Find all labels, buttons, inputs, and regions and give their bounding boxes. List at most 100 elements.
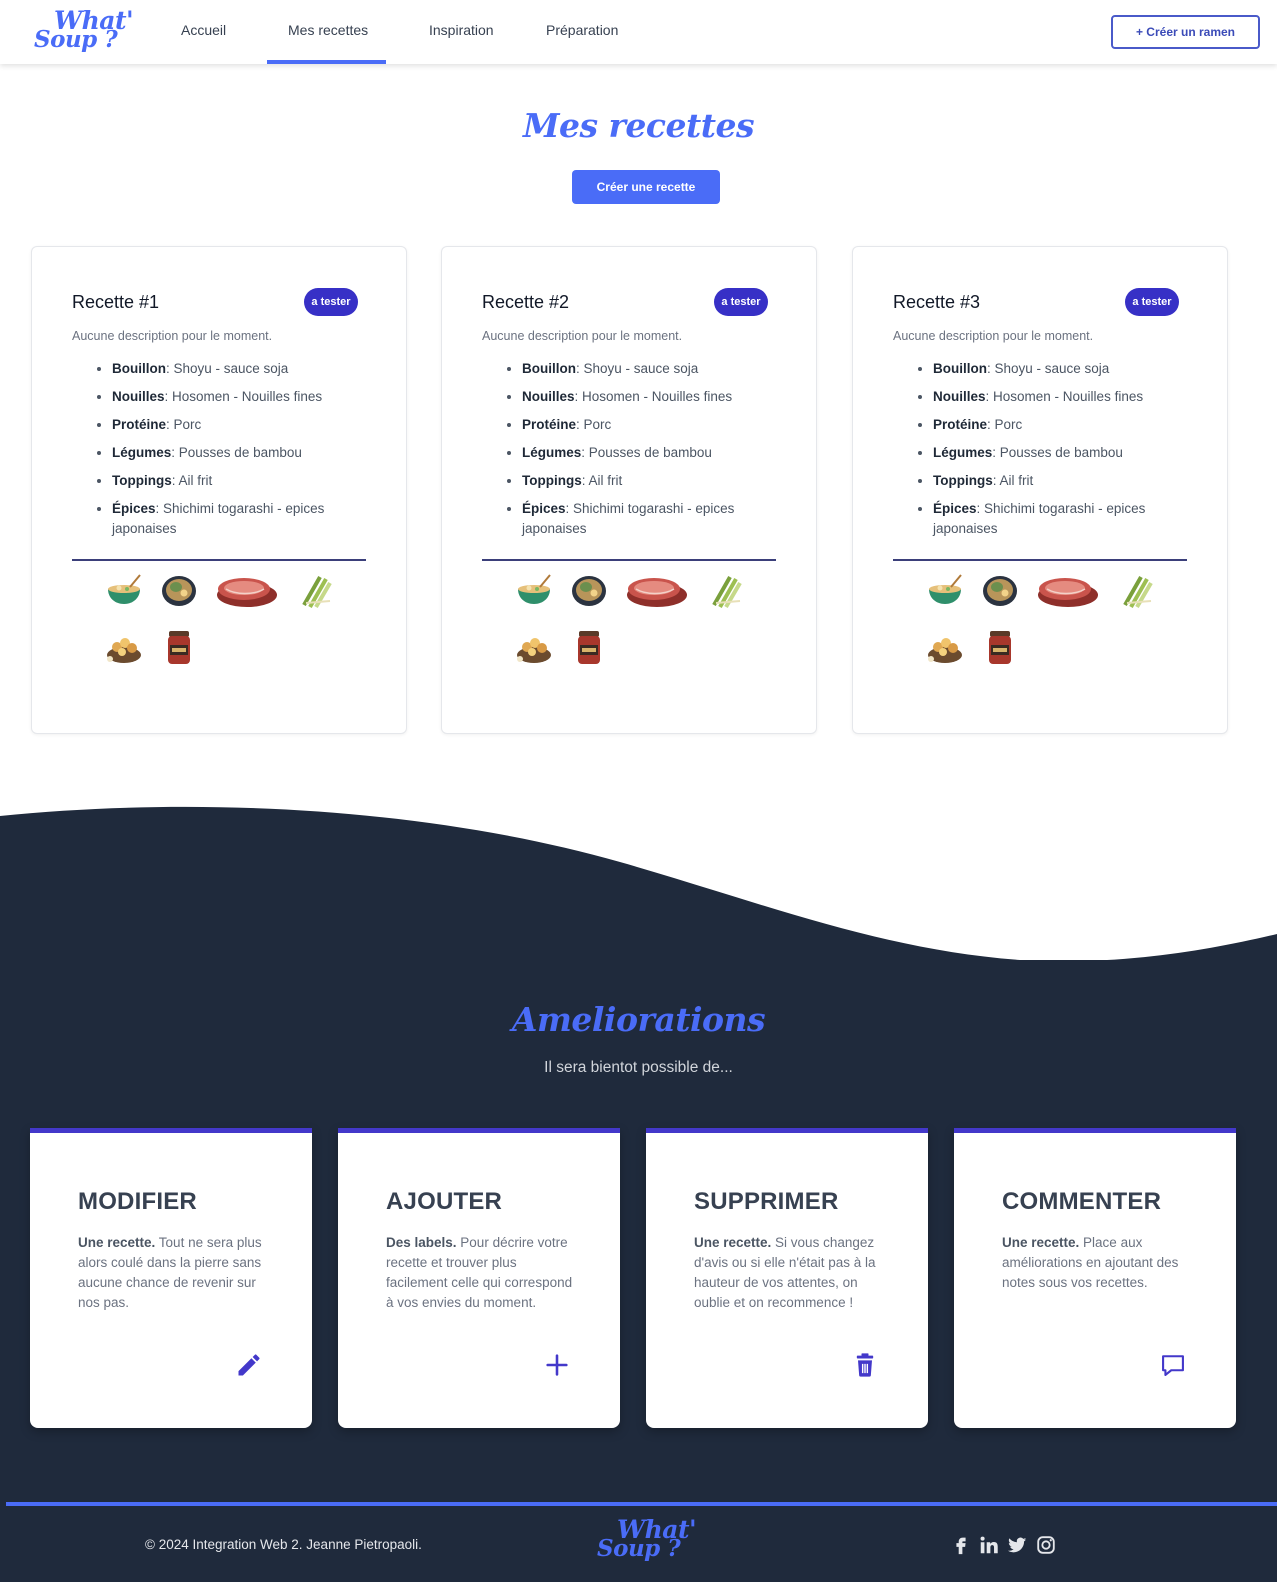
ingredient-label: Nouilles <box>112 389 165 404</box>
page-title: Mes recettes <box>522 106 755 145</box>
recipe-description: Aucune description pour le moment. <box>72 329 273 343</box>
status-badge: a tester <box>304 288 358 316</box>
feature-lead: Une recette. <box>78 1235 156 1250</box>
footer-divider <box>6 1502 1277 1506</box>
pencil-icon[interactable] <box>235 1351 263 1379</box>
ingredient-label: Bouillon <box>933 361 987 376</box>
ingredient-value: : Porc <box>987 417 1023 432</box>
ingredient-item: Toppings: Ail frit <box>522 471 772 491</box>
create-recipe-button[interactable]: Créer une recette <box>572 170 720 204</box>
ingredient-value: : Porc <box>576 417 612 432</box>
fried-garlic-icon <box>923 625 967 669</box>
feature-heading: MODIFIER <box>78 1188 197 1215</box>
fried-garlic-icon <box>102 625 146 669</box>
ingredient-item: Épices: Shichimi togarashi - epices japo… <box>112 499 362 539</box>
ingredient-item: Nouilles: Hosomen - Nouilles fines <box>112 387 362 407</box>
logo-text-bottom: Soup ? <box>34 26 118 53</box>
ingredient-item: Bouillon: Shoyu - sauce soja <box>112 359 362 379</box>
nav-item-accueil[interactable]: Accueil <box>160 0 244 64</box>
ingredient-list: Bouillon: Shoyu - sauce soja Nouilles: H… <box>933 359 1183 547</box>
ingredient-label: Protéine <box>933 417 988 432</box>
broth-bowl-icon <box>102 569 146 613</box>
ingredient-item: Bouillon: Shoyu - sauce soja <box>522 359 772 379</box>
pork-slices-icon <box>1035 569 1101 613</box>
ingredient-label: Épices <box>112 501 156 516</box>
ingredient-value: : Pousses de bambou <box>992 445 1123 460</box>
recipe-title: Recette #1 <box>72 292 160 312</box>
ingredient-label: Nouilles <box>933 389 986 404</box>
recipe-description: Aucune description pour le moment. <box>893 329 1094 343</box>
logo[interactable]: What' Soup ? <box>34 6 138 58</box>
spice-jar-icon <box>157 625 201 669</box>
section-subtitle: Il sera bientot possible de... <box>544 1059 733 1076</box>
twitter-icon[interactable] <box>1006 1534 1028 1556</box>
ingredient-value: : Ail frit <box>992 473 1034 488</box>
status-badge: a tester <box>714 288 768 316</box>
wave-divider <box>0 806 1277 970</box>
status-badge: a tester <box>1125 288 1179 316</box>
ingredient-label: Épices <box>933 501 977 516</box>
trash-icon[interactable] <box>851 1351 879 1379</box>
pork-slices-icon <box>214 569 280 613</box>
fried-garlic-icon <box>512 625 556 669</box>
noodle-bowl-icon <box>567 569 611 613</box>
feature-lead: Une recette. <box>1002 1235 1080 1250</box>
ingredient-value: : Hosomen - Nouilles fines <box>985 389 1144 404</box>
broth-bowl-icon <box>923 569 967 613</box>
feature-card-supprimer: SUPPRIMER Une recette. Si vous changez d… <box>646 1128 928 1428</box>
top-navbar: What' Soup ? Accueil Mes recettes Inspir… <box>0 0 1277 64</box>
improvements-section: Ameliorations Il sera bientot possible d… <box>0 800 1277 1582</box>
comment-icon[interactable] <box>1159 1351 1187 1379</box>
ingredient-label: Toppings <box>933 473 993 488</box>
footer-logo[interactable]: What' Soup ? <box>597 1515 701 1567</box>
ingredient-item: Légumes: Pousses de bambou <box>112 443 362 463</box>
ingredient-label: Toppings <box>112 473 172 488</box>
ingredient-value: : Shoyu - sauce soja <box>987 361 1110 376</box>
ingredient-label: Nouilles <box>522 389 575 404</box>
bamboo-shoots-icon <box>294 569 338 613</box>
bamboo-shoots-icon <box>1115 569 1159 613</box>
recipe-description: Aucune description pour le moment. <box>482 329 683 343</box>
nav-item-preparation[interactable]: Préparation <box>525 0 635 64</box>
ingredient-label: Bouillon <box>522 361 576 376</box>
ingredient-item: Bouillon: Shoyu - sauce soja <box>933 359 1183 379</box>
nav-item-mes-recettes[interactable]: Mes recettes <box>267 0 386 64</box>
noodle-bowl-icon <box>157 569 201 613</box>
plus-icon[interactable] <box>543 1351 571 1379</box>
ingredient-label: Légumes <box>522 445 582 460</box>
create-ramen-button[interactable]: + Créer un ramen <box>1111 15 1260 49</box>
feature-lead: Des labels. <box>386 1235 457 1250</box>
divider <box>893 559 1187 561</box>
feature-text: Une recette. Place aux améliorations en … <box>1002 1233 1196 1293</box>
ingredient-label: Protéine <box>112 417 167 432</box>
pork-slices-icon <box>624 569 690 613</box>
instagram-icon[interactable] <box>1035 1534 1057 1556</box>
feature-heading: COMMENTER <box>1002 1188 1162 1215</box>
ingredient-label: Toppings <box>522 473 582 488</box>
ingredient-label: Légumes <box>933 445 993 460</box>
bamboo-shoots-icon <box>704 569 748 613</box>
main-nav: Accueil Mes recettes Inspiration Prépara… <box>160 0 635 64</box>
ingredient-value: : Pousses de bambou <box>171 445 302 460</box>
ingredient-list: Bouillon: Shoyu - sauce soja Nouilles: H… <box>522 359 772 547</box>
ingredient-value: : Ail frit <box>171 473 213 488</box>
ingredient-value: : Ail frit <box>581 473 623 488</box>
ingredient-item: Nouilles: Hosomen - Nouilles fines <box>522 387 772 407</box>
ingredient-label: Protéine <box>522 417 577 432</box>
facebook-icon[interactable] <box>950 1534 972 1556</box>
ingredient-item: Épices: Shichimi togarashi - epices japo… <box>522 499 772 539</box>
ingredient-item: Légumes: Pousses de bambou <box>933 443 1183 463</box>
recipe-card: Recette #1 a tester Aucune description p… <box>31 246 407 734</box>
ingredient-value: : Hosomen - Nouilles fines <box>164 389 323 404</box>
ingredient-value: : Hosomen - Nouilles fines <box>574 389 733 404</box>
nav-item-inspiration[interactable]: Inspiration <box>408 0 513 64</box>
recipe-card: Recette #2 a tester Aucune description p… <box>441 246 817 734</box>
feature-heading: SUPPRIMER <box>694 1188 839 1215</box>
ingredient-item: Légumes: Pousses de bambou <box>522 443 772 463</box>
linkedin-icon[interactable] <box>978 1534 1000 1556</box>
recipe-title: Recette #2 <box>482 292 570 312</box>
ingredient-item: Toppings: Ail frit <box>112 471 362 491</box>
recipe-card: Recette #3 a tester Aucune description p… <box>852 246 1228 734</box>
feature-card-commenter: COMMENTER Une recette. Place aux amélior… <box>954 1128 1236 1428</box>
ingredient-value: : Shoyu - sauce soja <box>166 361 289 376</box>
